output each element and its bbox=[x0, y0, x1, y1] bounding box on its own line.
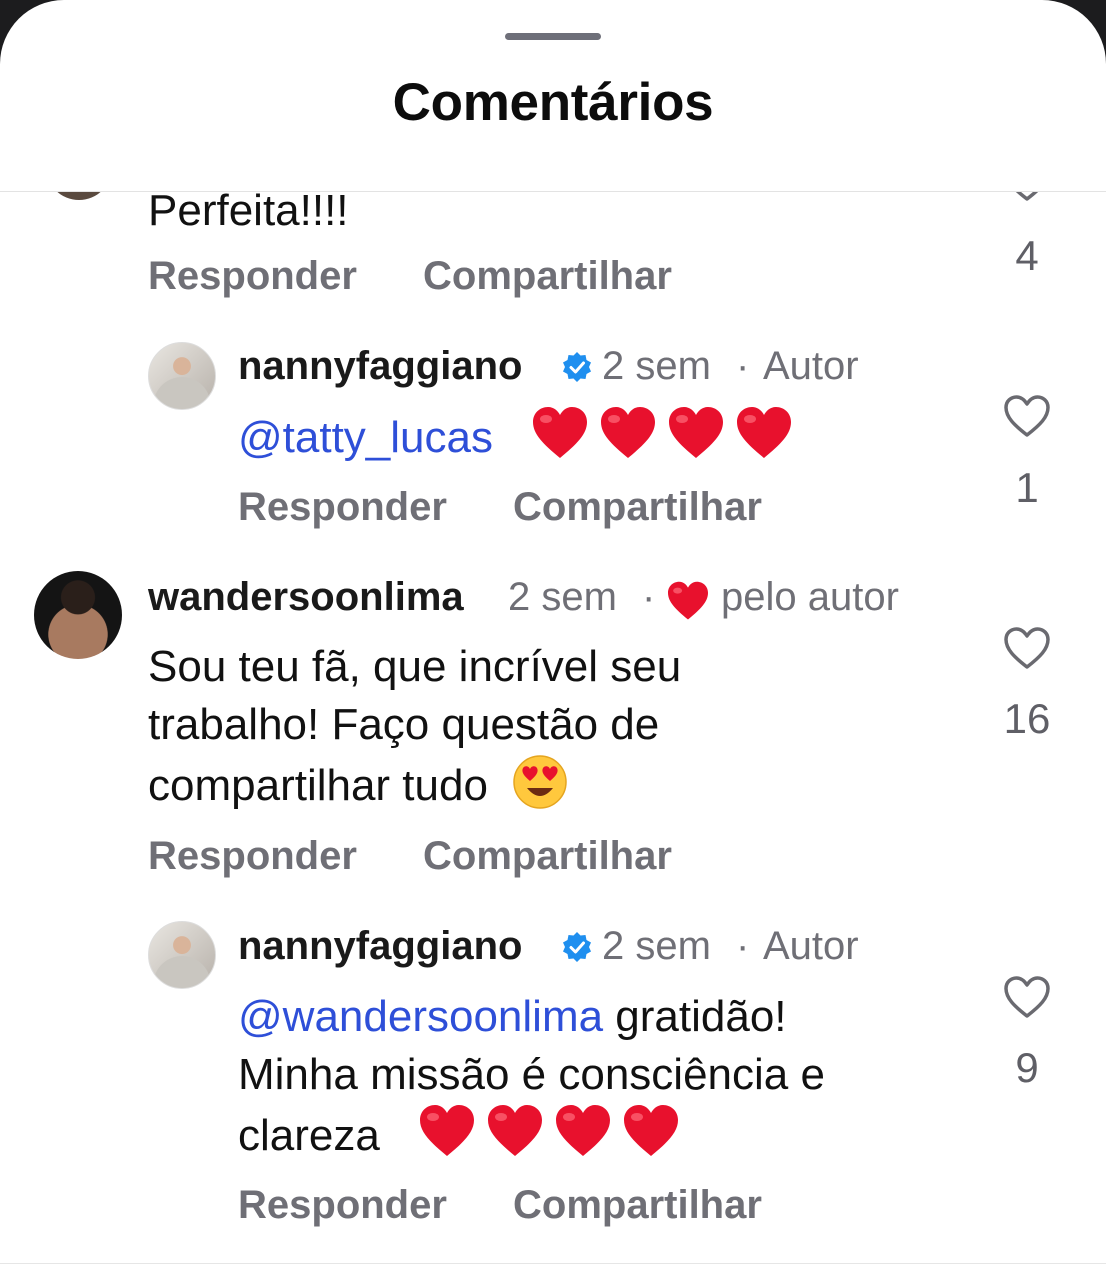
red-heart-icon bbox=[531, 406, 589, 460]
comment-header: nannyfaggiano 2 sem · Autor bbox=[238, 344, 859, 392]
reply-button[interactable]: Responder bbox=[148, 834, 357, 879]
timestamp: 2 sem bbox=[508, 575, 617, 619]
share-button[interactable]: Compartilhar bbox=[513, 485, 762, 530]
timestamp: 2 sem bbox=[602, 924, 711, 968]
comment-header: wandersoonlima 2 sem · pelo autor bbox=[148, 575, 948, 623]
reply-button[interactable]: Responder bbox=[148, 254, 357, 299]
like-heart-icon[interactable] bbox=[1003, 192, 1051, 202]
comment-text-line: Sou teu fã, que incrível seu bbox=[148, 642, 682, 691]
share-button[interactable]: Compartilhar bbox=[513, 1183, 762, 1228]
like-count: 9 bbox=[1015, 1044, 1039, 1091]
share-button[interactable]: Compartilhar bbox=[423, 254, 672, 299]
comment-header: nannyfaggiano 2 sem · Autor bbox=[238, 924, 859, 972]
author-badge: Autor bbox=[763, 924, 859, 968]
bottom-divider bbox=[0, 1263, 1106, 1264]
sheet-title: Comentários bbox=[392, 73, 714, 132]
heart-eyes-emoji-icon bbox=[513, 755, 567, 809]
comments-sheet: Comentários Perfeita!!!! 4 Responder Com… bbox=[0, 0, 1106, 1280]
separator: · bbox=[736, 924, 750, 968]
like-count: 16 bbox=[1003, 695, 1051, 742]
liked-by-author-label: pelo autor bbox=[721, 575, 899, 619]
like-heart-icon[interactable] bbox=[1003, 975, 1051, 1019]
mention-link[interactable]: @wandersoonlima bbox=[238, 992, 603, 1041]
separator: · bbox=[736, 344, 750, 388]
comment-text-line: trabalho! Faço questão de bbox=[148, 700, 660, 749]
share-button[interactable]: Compartilhar bbox=[423, 834, 672, 879]
liked-by-author-heart-icon bbox=[666, 581, 710, 621]
separator: · bbox=[642, 575, 656, 619]
comment-text-line: clareza bbox=[238, 1104, 690, 1165]
comment-text: Perfeita!!!! bbox=[148, 192, 349, 235]
red-heart-icon bbox=[418, 1104, 476, 1158]
reply-button[interactable]: Responder bbox=[238, 1183, 447, 1228]
like-heart-icon[interactable] bbox=[1003, 626, 1051, 670]
red-heart-icon bbox=[622, 1104, 680, 1158]
comment-text-segment: compartilhar tudo bbox=[148, 761, 488, 810]
avatar[interactable] bbox=[34, 571, 122, 659]
sheet-grab-handle[interactable] bbox=[505, 33, 601, 40]
reply-button[interactable]: Responder bbox=[238, 485, 447, 530]
comment-text-line: @wandersoonlima gratidão! bbox=[238, 988, 787, 1046]
like-heart-icon[interactable] bbox=[1003, 394, 1051, 438]
timestamp: 2 sem bbox=[602, 344, 711, 388]
comment-text-line: Minha missão é consciência e bbox=[238, 1050, 825, 1099]
avatar[interactable] bbox=[148, 342, 216, 410]
avatar[interactable] bbox=[46, 192, 112, 200]
username[interactable]: nannyfaggiano bbox=[238, 344, 522, 388]
comment-text-segment: clareza bbox=[238, 1111, 380, 1160]
red-heart-icon bbox=[667, 406, 725, 460]
verified-badge-icon bbox=[561, 351, 593, 383]
comment-text-line: compartilhar tudo bbox=[148, 754, 568, 815]
avatar[interactable] bbox=[148, 921, 216, 989]
username[interactable]: wandersoonlima bbox=[148, 575, 464, 620]
verified-badge-icon bbox=[561, 931, 593, 963]
comment-text-segment: gratidão! bbox=[603, 992, 787, 1041]
red-heart-icon bbox=[599, 406, 657, 460]
red-heart-icon bbox=[554, 1104, 612, 1158]
like-count: 4 bbox=[1015, 232, 1039, 279]
comments-list[interactable]: Perfeita!!!! 4 Responder Compartilhar na… bbox=[0, 192, 1106, 1280]
username[interactable]: nannyfaggiano bbox=[238, 924, 522, 968]
like-count: 1 bbox=[1015, 464, 1039, 511]
red-heart-icon bbox=[486, 1104, 544, 1158]
author-badge: Autor bbox=[763, 344, 859, 388]
comment-text: @tatty_lucas bbox=[238, 406, 803, 467]
mention-link[interactable]: @tatty_lucas bbox=[238, 413, 493, 462]
red-heart-icon bbox=[735, 406, 793, 460]
